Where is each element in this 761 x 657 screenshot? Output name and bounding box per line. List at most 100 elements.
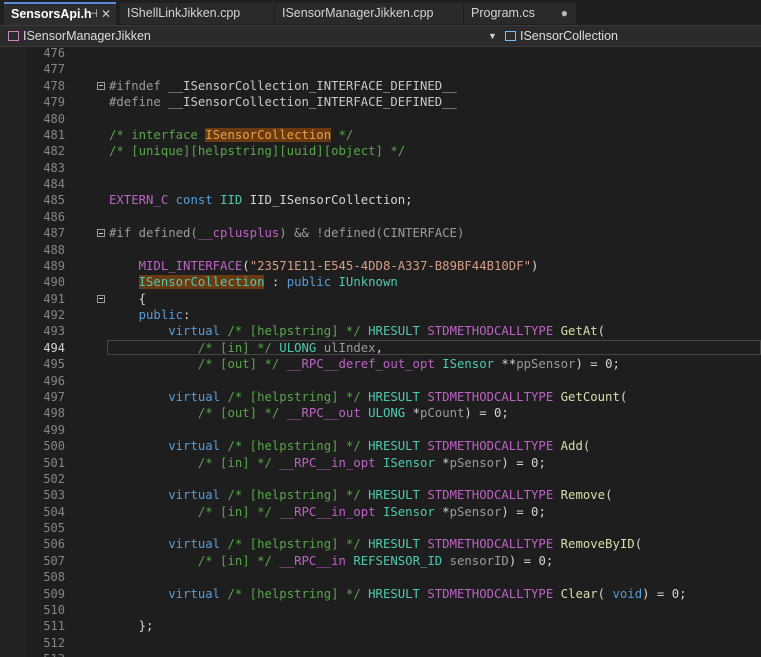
- line-number: 507: [43, 553, 65, 568]
- code-token: GetAt: [560, 324, 598, 339]
- code-line[interactable]: 511 };: [0, 618, 761, 634]
- line-number: 511: [43, 619, 65, 634]
- line-number: 487: [43, 226, 65, 241]
- code-line[interactable]: 507 /* [in] */ __RPC__in REFSENSOR_ID se…: [0, 553, 761, 569]
- code-line[interactable]: 482 /* [unique][helpstring][uuid][object]…: [0, 143, 761, 159]
- line-number: 477: [43, 62, 65, 77]
- code-token: public: [286, 275, 332, 290]
- line-number: 503: [43, 488, 65, 503]
- code-line[interactable]: 498 /* [out] */ __RPC__out ULONG *pCount…: [0, 405, 761, 421]
- code-token: ) && !defined(CINTERFACE): [279, 226, 465, 241]
- code-line[interactable]: 485 EXTERN_C const IID IID_ISensorCollect…: [0, 192, 761, 208]
- code-token: /* [helpstring] */: [227, 537, 361, 552]
- code-token: STDMETHODCALLTYPE: [427, 586, 554, 601]
- code-line[interactable]: 486: [0, 209, 761, 225]
- code-line[interactable]: 480: [0, 111, 761, 127]
- code-token: IID_ISensorCollection;: [242, 193, 413, 208]
- code-line[interactable]: 490 ISensorCollection : public IUnknown: [0, 274, 761, 290]
- code-token: __ISensorCollection_INTERFACE_DEFINED__: [160, 95, 457, 110]
- line-number: 508: [43, 570, 65, 585]
- line-number: 500: [43, 439, 65, 454]
- chevron-down-icon[interactable]: ▼: [488, 26, 497, 46]
- code-line[interactable]: 489 MIDL_INTERFACE("23571E11-E545-4DD8-A…: [0, 258, 761, 274]
- code-line[interactable]: 513: [0, 651, 761, 657]
- code-line[interactable]: 509 virtual /* [helpstring] */ HRESULT S…: [0, 586, 761, 602]
- code-text: /* [out] */ __RPC__out ULONG *pCount) = …: [109, 405, 509, 421]
- line-number: 476: [43, 47, 65, 60]
- code-text: {: [109, 291, 146, 307]
- code-token: Add: [560, 439, 583, 454]
- line-number: 484: [43, 177, 65, 192]
- code-token: pCount: [419, 406, 465, 421]
- code-line[interactable]: 477: [0, 61, 761, 77]
- code-line[interactable]: 493 virtual /* [helpstring] */ HRESULT S…: [0, 323, 761, 339]
- code-token: /* [in] */: [197, 504, 272, 519]
- code-line[interactable]: 494 /* [in] */ ULONG ulIndex,: [0, 339, 761, 356]
- code-token: **: [494, 357, 517, 372]
- code-line[interactable]: 499: [0, 422, 761, 438]
- code-token: HRESULT: [368, 389, 420, 404]
- code-line[interactable]: 506 virtual /* [helpstring] */ HRESULT S…: [0, 536, 761, 552]
- code-line[interactable]: 483: [0, 160, 761, 176]
- collapse-icon[interactable]: [97, 81, 105, 90]
- tab-sensorsapi-h[interactable]: SensorsApi.h ⊣ ✕: [4, 2, 116, 25]
- code-line[interactable]: 505: [0, 520, 761, 536]
- code-line[interactable]: 504 /* [in] */ __RPC__in_opt ISensor *pS…: [0, 504, 761, 520]
- code-line[interactable]: 508: [0, 569, 761, 585]
- code-line[interactable]: 478 #ifndef __ISensorCollection_INTERFACE…: [0, 78, 761, 94]
- code-line[interactable]: 488: [0, 242, 761, 258]
- code-line[interactable]: 503 virtual /* [helpstring] */ HRESULT S…: [0, 487, 761, 503]
- code-token: (: [634, 537, 643, 552]
- modified-dot-icon: ●: [560, 6, 568, 20]
- member-label: ISensorCollection: [520, 29, 618, 43]
- code-line[interactable]: 502: [0, 471, 761, 487]
- code-token: __ISensorCollection_INTERFACE_DEFINED__: [160, 78, 457, 93]
- line-number: 486: [43, 209, 65, 224]
- code-line[interactable]: 500 virtual /* [helpstring] */ HRESULT S…: [0, 438, 761, 454]
- tab-isensormanagerjikken-cpp[interactable]: ISensorManagerJikken.cpp: [275, 3, 463, 24]
- code-line[interactable]: 495 /* [out] */ __RPC__deref_out_opt ISe…: [0, 356, 761, 372]
- collapse-icon[interactable]: [97, 294, 105, 303]
- line-number: 506: [43, 537, 65, 552]
- code-line[interactable]: 476: [0, 47, 761, 61]
- scope-dropdown[interactable]: ISensorManagerJikken: [8, 26, 151, 46]
- code-token: ): [531, 258, 539, 273]
- code-line[interactable]: 492 public:: [0, 307, 761, 323]
- tab-program-cs[interactable]: Program.cs ●: [464, 3, 576, 24]
- code-line[interactable]: 481 /* interface ISensorCollection */: [0, 127, 761, 143]
- code-text: virtual /* [helpstring] */ HRESULT STDME…: [109, 487, 612, 503]
- code-line[interactable]: 512: [0, 635, 761, 651]
- code-line[interactable]: 497 virtual /* [helpstring] */ HRESULT S…: [0, 389, 761, 405]
- code-line[interactable]: 491 {: [0, 291, 761, 307]
- member-dropdown[interactable]: ISensorCollection: [505, 26, 618, 46]
- code-line[interactable]: 484: [0, 176, 761, 192]
- line-number: 513: [27, 651, 65, 657]
- collapse-icon[interactable]: [97, 229, 105, 238]
- code-line[interactable]: 510: [0, 602, 761, 618]
- line-number: 502: [43, 471, 65, 486]
- code-token: HRESULT: [368, 324, 420, 339]
- code-token: (: [605, 488, 613, 503]
- code-editor[interactable]: 476 477 478 #ifndef __ISensorCollection_INT…: [0, 47, 761, 657]
- line-number: 505: [43, 521, 65, 536]
- code-line[interactable]: 487 #if defined(__cplusplus) && !defined(…: [0, 225, 761, 241]
- code-line[interactable]: 479 #define __ISensorCollection_INTERFACE…: [0, 94, 761, 110]
- pin-icon[interactable]: ⊣: [88, 4, 98, 24]
- code-token: sensorID: [449, 553, 509, 568]
- code-token: virtual: [168, 324, 221, 339]
- line-number: 485: [43, 193, 65, 208]
- code-line[interactable]: 501 /* [in] */ __RPC__in_opt ISensor *pS…: [0, 455, 761, 471]
- code-token: __RPC__in_opt: [279, 504, 376, 519]
- tab-ishelllinkjikken-cpp[interactable]: IShellLinkJikken.cpp: [120, 3, 274, 24]
- close-icon[interactable]: ✕: [101, 4, 111, 24]
- code-line[interactable]: 496: [0, 373, 761, 389]
- code-text: virtual /* [helpstring] */ HRESULT STDME…: [109, 536, 642, 552]
